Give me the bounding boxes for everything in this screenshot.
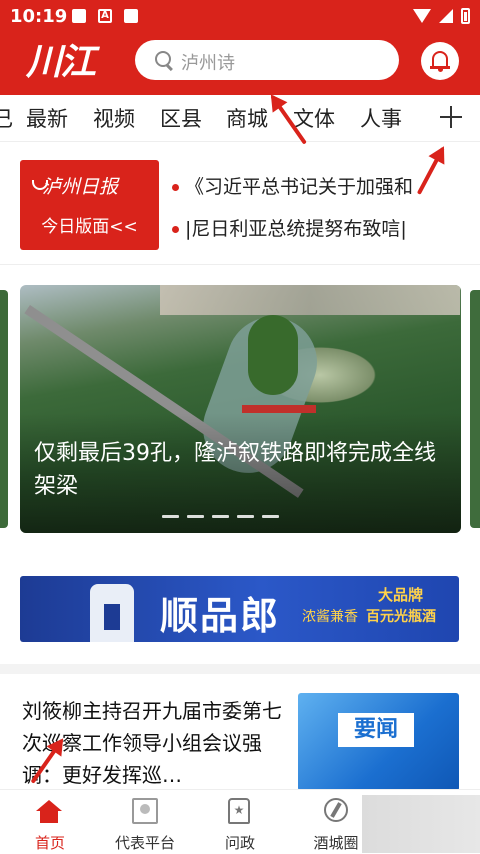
ad-banner[interactable]: 顺品郎 大品牌 浓酱兼香 百元光瓶酒 (20, 576, 459, 642)
carousel-dot (212, 515, 229, 518)
carousel-indicators (162, 515, 302, 519)
carousel-caption: 仅剩最后39孔，隆泸叙铁路即将完成全线架梁 (34, 441, 436, 499)
app-notification-icon: A (98, 9, 112, 23)
carousel-prev-peek (0, 290, 8, 528)
news-item-thumbnail[interactable]: 要闻 (298, 693, 459, 791)
notification-icon-2 (124, 9, 138, 23)
carousel-dot (162, 515, 179, 518)
news-carousel[interactable]: 仅剩最后39孔，隆泸叙铁路即将完成全线架梁 (20, 285, 461, 533)
home-icon (36, 800, 62, 824)
carousel-dot (187, 515, 204, 518)
news-thumb-label: 要闻 (338, 713, 414, 747)
nav-home[interactable]: 首页 (0, 790, 100, 854)
headline-ticker: 《习近平总书记关于加强和 |尼日利亚总统提努布致唁| (172, 164, 480, 254)
todays-paper-button[interactable]: 泸州日报 今日版面<< (20, 160, 159, 250)
carousel-dot (237, 515, 254, 518)
headline-item[interactable]: |尼日利亚总统提努布致唁| (172, 214, 407, 241)
wifi-icon (413, 9, 431, 23)
wine-city-icon (324, 798, 348, 822)
representative-icon (132, 798, 158, 824)
ad-tagline: 大品牌 (378, 586, 424, 604)
nav-inquiry[interactable]: ★ 问政 (190, 790, 290, 854)
search-placeholder: 泸州诗 (181, 53, 235, 74)
tab-latest[interactable]: 最新 (26, 103, 68, 133)
system-icons (413, 8, 470, 24)
tab-personnel[interactable]: 人事 (360, 103, 402, 133)
signal-icon (439, 9, 453, 23)
divider (0, 264, 480, 265)
battery-icon (461, 8, 470, 24)
tab-culture-sports[interactable]: 文体 (293, 103, 335, 133)
nav-representative-platform[interactable]: 代表平台 (95, 790, 195, 854)
carousel-dot (262, 515, 279, 518)
headline-item[interactable]: 《习近平总书记关于加强和 (172, 172, 413, 199)
search-icon (155, 51, 171, 67)
tab-county[interactable]: 区县 (160, 103, 202, 133)
blurred-overlay (362, 795, 480, 853)
notification-icon (72, 9, 86, 23)
app-logo: 川江 (26, 41, 96, 83)
app-header: 10:19 A 川江 泸州诗 (0, 0, 480, 95)
tab-partial[interactable]: 己 (0, 103, 13, 133)
divider (0, 664, 480, 674)
inquiry-icon: ★ (228, 798, 250, 824)
carousel-next-peek (470, 290, 480, 528)
ad-brand: 顺品郎 (160, 594, 281, 638)
liquor-bottle-icon (90, 584, 134, 642)
bell-icon (430, 51, 450, 69)
search-bar[interactable]: 泸州诗 (135, 40, 399, 80)
notification-bell-button[interactable] (421, 42, 459, 80)
status-bar: 10:19 A (0, 0, 480, 34)
tab-mall[interactable]: 商城 (226, 103, 268, 133)
todays-paper-label: 今日版面<< (41, 217, 138, 237)
status-time: 10:19 (10, 6, 68, 27)
channel-tabs: 己 最新 视频 区县 商城 文体 人事 (0, 95, 480, 142)
tab-video[interactable]: 视频 (93, 103, 135, 133)
newspaper-name: 泸州日报 (42, 176, 119, 198)
add-channel-plus-icon[interactable] (438, 104, 464, 130)
ad-subtagline: 浓酱兼香 百元光瓶酒 (302, 609, 436, 625)
